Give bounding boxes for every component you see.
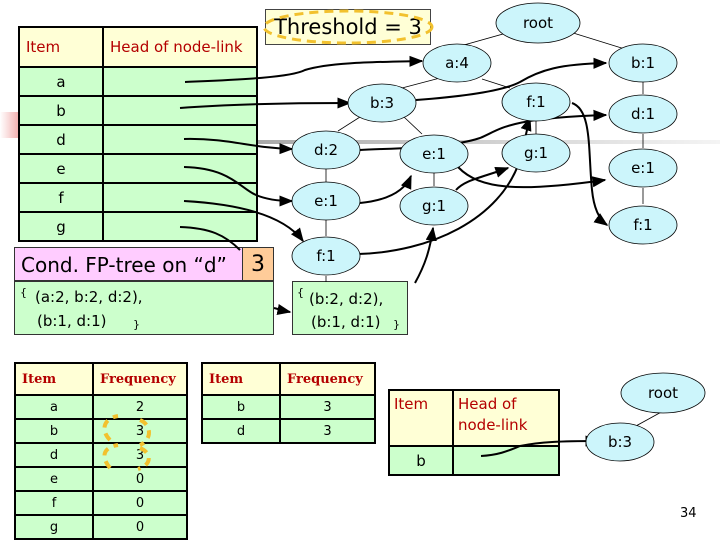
node-a4: a:4	[422, 43, 492, 83]
svg-text:root: root	[523, 14, 553, 32]
result-node-b3: b:3	[585, 422, 655, 462]
node-e1-right: e:1	[608, 148, 678, 188]
node-b1: b:1	[608, 43, 678, 83]
node-g1-mid: g:1	[399, 186, 469, 226]
frequent-highlight	[102, 414, 151, 471]
node-g1-right: g:1	[501, 133, 571, 173]
highlight-arc-2	[139, 418, 151, 447]
node-root: root	[495, 2, 581, 44]
edge-root-b1	[569, 31, 629, 51]
edge-b3-d2	[337, 116, 361, 132]
svg-text:root: root	[648, 384, 678, 402]
svg-text:b:3: b:3	[370, 94, 394, 112]
link-a	[184, 55, 424, 83]
svg-text:f:1: f:1	[526, 93, 545, 111]
node-d2: d:2	[291, 130, 361, 170]
svg-text:e:1: e:1	[422, 145, 446, 163]
svg-text:b:3: b:3	[608, 433, 632, 451]
highlight-arc-1	[102, 414, 119, 442]
edge-b3-e1	[403, 116, 423, 135]
node-f1-left: f:1	[291, 236, 361, 276]
edge-a4-b3	[401, 77, 441, 89]
node-f1-right: f:1	[608, 205, 678, 245]
node-e1-mid: e:1	[399, 134, 469, 174]
result-node-root: root	[620, 372, 706, 414]
node-e1-left: e:1	[291, 181, 361, 221]
page-number: 34	[680, 506, 697, 521]
link-f1-f1right	[571, 102, 609, 226]
svg-text:e:1: e:1	[314, 192, 338, 210]
link-d	[183, 137, 294, 155]
link-e	[183, 166, 294, 207]
node-b3: b:3	[347, 83, 417, 123]
svg-text:e:1: e:1	[631, 159, 655, 177]
node-f1-mid: f:1	[501, 82, 571, 122]
highlight-arc-4	[137, 446, 151, 471]
highlight-arc-3	[102, 443, 119, 470]
link-f	[183, 200, 304, 243]
link-result-b	[480, 435, 600, 457]
svg-text:d:1: d:1	[631, 105, 655, 123]
link-b	[179, 97, 352, 109]
link-g	[179, 226, 241, 251]
svg-text:f:1: f:1	[633, 216, 652, 234]
svg-text:g:1: g:1	[422, 197, 446, 215]
svg-text:b:1: b:1	[631, 54, 655, 72]
svg-text:g:1: g:1	[524, 144, 548, 162]
node-d1: d:1	[608, 94, 678, 134]
svg-text:f:1: f:1	[316, 247, 335, 265]
fp-tree-diagram: root a:4 b:3 d:2 e:1 f:1 e:1 g:1 f:1 g:1…	[102, 2, 706, 471]
threshold-highlight	[262, 9, 434, 45]
svg-text:a:4: a:4	[445, 54, 469, 72]
link-cond-filtered	[273, 304, 292, 316]
svg-text:d:2: d:2	[314, 141, 338, 159]
link-box-g1	[414, 226, 437, 284]
